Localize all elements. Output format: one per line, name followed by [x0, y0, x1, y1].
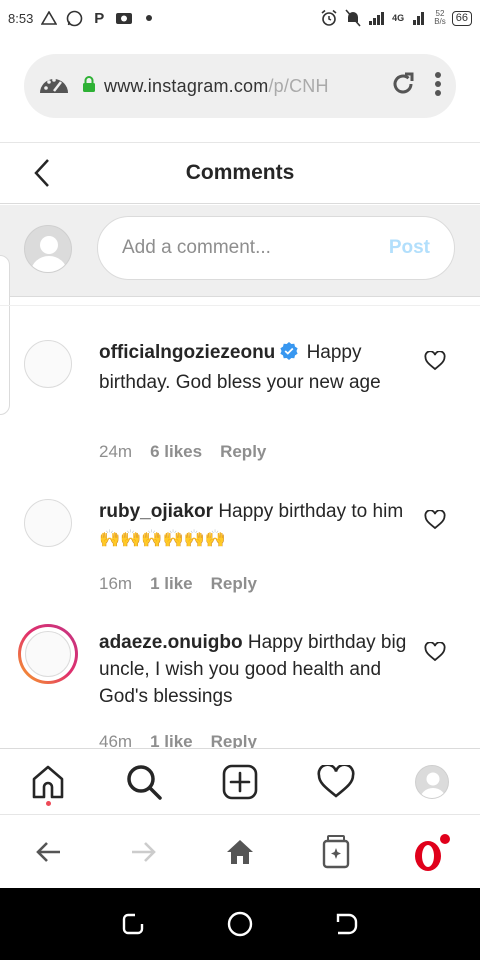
comment-emoji: 🙌🙌🙌🙌🙌🙌: [99, 529, 227, 548]
opera-icon: [415, 833, 450, 871]
comment-likes[interactable]: 6 likes: [150, 442, 202, 462]
system-recents-button[interactable]: [109, 900, 157, 948]
dot-icon: [140, 9, 158, 27]
comment-username[interactable]: ruby_ojiakor: [99, 501, 213, 522]
back-icon: [336, 913, 357, 935]
browser-toolbar: www.instagram.com/p/CNH: [0, 36, 480, 142]
battery-icon: 66: [451, 10, 472, 26]
browser-tabs-button[interactable]: [312, 828, 360, 876]
new-post-icon: [222, 764, 258, 799]
system-home-button[interactable]: [216, 900, 264, 948]
browser-back-button[interactable]: [24, 828, 72, 876]
net-speed: 52 B/s: [434, 9, 446, 26]
forward-arrow-icon: [132, 841, 156, 862]
home-circle-icon: [227, 911, 253, 937]
verified-badge-icon: [279, 341, 299, 369]
comment-likes[interactable]: 1 like: [150, 574, 193, 594]
browser-bottom-bar: [0, 814, 480, 888]
reply-button[interactable]: Reply: [211, 732, 257, 748]
reply-button[interactable]: Reply: [211, 574, 257, 594]
camera-app-icon: [115, 9, 133, 27]
reload-icon[interactable]: [390, 71, 416, 102]
comment-body: Happy birthday to him: [218, 501, 404, 522]
comment-time: 24m: [99, 442, 133, 461]
signal-icon: [368, 9, 386, 27]
like-comment-heart-icon[interactable]: [424, 641, 446, 664]
search-icon: [127, 764, 162, 800]
commenter-avatar[interactable]: [24, 340, 72, 388]
nav-profile[interactable]: [408, 758, 456, 806]
comment-username[interactable]: officialngoziezeonu: [99, 342, 275, 363]
nav-search[interactable]: [120, 758, 168, 806]
home-icon: [32, 765, 64, 798]
comment-text: adaeze.onuigbo Happy birthday big uncle,…: [99, 629, 409, 710]
mute-bell-icon: [344, 9, 362, 27]
like-comment-heart-icon[interactable]: [424, 350, 446, 373]
like-comment-heart-icon[interactable]: [424, 509, 446, 532]
post-button[interactable]: Post: [389, 237, 430, 259]
whatsapp-icon: [65, 9, 83, 27]
tabs-icon: [322, 834, 350, 868]
chevron-left-icon: [34, 159, 49, 187]
comments-list[interactable]: officialngoziezeonu Happy birthday. God …: [0, 306, 480, 748]
comment-input-box[interactable]: Post: [97, 216, 455, 280]
status-time: 8:53: [8, 10, 34, 26]
status-bar: 8:53 P 4G 52 B/s 66: [0, 0, 480, 36]
more-options-icon[interactable]: [434, 71, 442, 102]
comment-text: ruby_ojiakor Happy birthday to him 🙌🙌🙌🙌🙌🙌: [99, 498, 409, 552]
comment-meta: 46m 1 like Reply: [99, 732, 257, 748]
system-nav-bar: [0, 888, 480, 960]
comment-meta: 16m 1 like Reply: [99, 574, 257, 594]
back-arrow-icon: [36, 841, 60, 862]
bottom-nav: [0, 748, 480, 814]
opera-menu-button[interactable]: [408, 828, 456, 876]
url-text[interactable]: www.instagram.com/p/CNH: [104, 76, 352, 97]
browser-forward-button[interactable]: [120, 828, 168, 876]
comments-header: Comments: [0, 142, 480, 204]
commenter-avatar: [25, 631, 71, 677]
back-button[interactable]: [26, 157, 58, 189]
alarm-icon: [320, 9, 338, 27]
add-comment-bar: Post: [0, 205, 480, 297]
commenter-avatar-story-ring[interactable]: [18, 624, 78, 684]
system-back-button[interactable]: [323, 900, 371, 948]
notification-dot: [46, 800, 51, 806]
recents-icon: [123, 913, 144, 935]
speed-dial-icon[interactable]: [38, 71, 70, 102]
network-type: 4G: [392, 13, 405, 23]
activity-heart-icon: [317, 764, 355, 798]
comment-time: 16m: [99, 574, 133, 593]
parking-icon: P: [94, 9, 105, 27]
comment-meta: 24m 6 likes Reply: [99, 442, 266, 462]
profile-avatar: [415, 764, 449, 799]
avatar: [24, 225, 72, 273]
comment-username[interactable]: adaeze.onuigbo: [99, 632, 243, 653]
reply-button[interactable]: Reply: [220, 442, 266, 462]
page-title: Comments: [185, 161, 295, 184]
home-icon: [227, 839, 253, 864]
comment-input[interactable]: [122, 237, 389, 259]
commenter-avatar[interactable]: [24, 499, 72, 547]
signal-icon-2: [410, 9, 428, 27]
warning-icon: [40, 9, 58, 27]
comment-likes[interactable]: 1 like: [150, 732, 193, 748]
comment-time: 46m: [99, 732, 133, 748]
browser-home-button[interactable]: [216, 828, 264, 876]
nav-home[interactable]: [24, 758, 72, 806]
lock-icon: [82, 75, 96, 98]
comment-text: officialngoziezeonu Happy birthday. God …: [99, 339, 409, 396]
address-bar[interactable]: www.instagram.com/p/CNH: [24, 54, 456, 118]
nav-activity[interactable]: [312, 758, 360, 806]
nav-new-post[interactable]: [216, 758, 264, 806]
